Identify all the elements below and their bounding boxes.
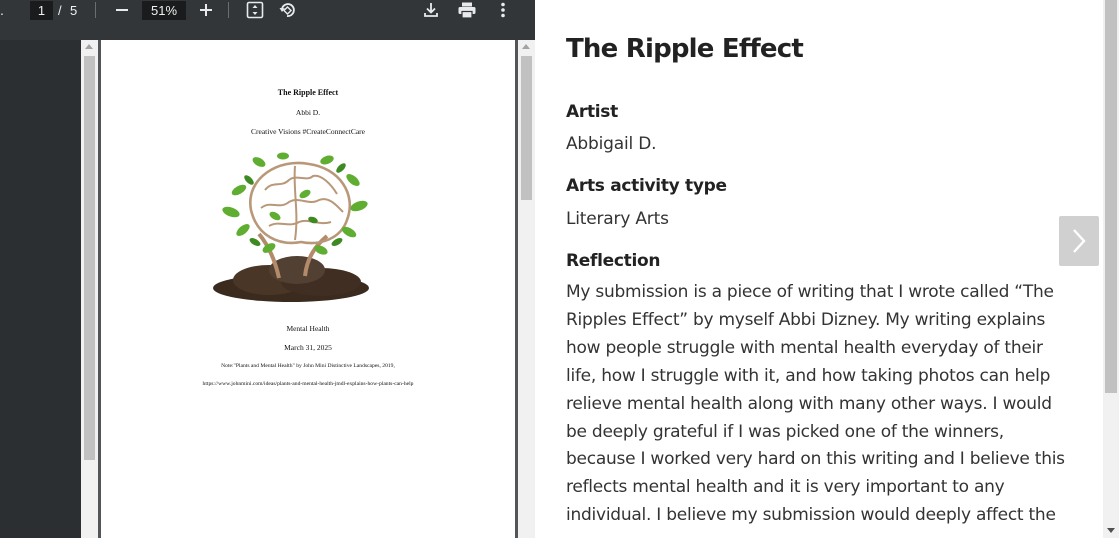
scrollbar-thumb[interactable] (521, 56, 532, 200)
toolbar-edge-glyph: . (0, 2, 4, 18)
rotate-icon (279, 3, 295, 17)
scrollbar-thumb[interactable] (84, 56, 95, 460)
rotate-button[interactable] (276, 0, 298, 20)
page-note: Note:"Plants and Mental Health" by John … (221, 363, 395, 369)
pdf-viewer: . 1 / 5 51% The Ripple Effect Abbi D. Cr… (0, 0, 535, 538)
fit-page-button[interactable] (244, 0, 266, 20)
zoom-level-input[interactable]: 51% (142, 1, 186, 20)
page-author: Abbi D. (295, 108, 321, 117)
scrollbar-thumb[interactable] (1105, 0, 1117, 393)
page-date: March 31, 2025 (284, 343, 332, 352)
reflection-label: Reflection (566, 251, 661, 271)
print-button[interactable] (455, 0, 479, 20)
page-topic: Mental Health (286, 324, 330, 333)
page-separator: / (58, 3, 62, 18)
page-subtitle: Creative Visions #CreateConnectCare (251, 127, 365, 136)
thumbnail-scrollbar[interactable] (81, 40, 98, 538)
page-title: The Ripple Effect (277, 88, 339, 97)
page-total: 5 (70, 3, 78, 18)
document-scrollbar[interactable] (518, 40, 535, 538)
reflection-line: individual. I believe my submission woul… (566, 505, 1056, 526)
more-vert-icon (501, 2, 505, 18)
scroll-down-arrow-icon[interactable] (1107, 528, 1115, 533)
zoom-in-icon (200, 4, 212, 16)
submission-detail-pane: The Ripple Effect Artist Abbigail D. Art… (535, 0, 1119, 538)
zoom-in-button[interactable] (196, 0, 216, 20)
artist-value: Abbigail D. (566, 134, 657, 154)
activity-type-label: Arts activity type (566, 176, 727, 196)
reflection-line: be deeply grateful if I was picked one o… (566, 421, 1004, 442)
reflection-line: Ripples Effect” by myself Abbi Dizney. M… (566, 309, 1046, 330)
submission-title: The Ripple Effect (566, 34, 804, 64)
pane-scrollbar[interactable] (1103, 0, 1119, 538)
download-icon (424, 3, 438, 17)
pdf-page: The Ripple Effect Abbi D. Creative Visio… (101, 40, 515, 538)
zoom-out-button[interactable] (112, 0, 132, 20)
zoom-out-icon (116, 9, 128, 11)
next-submission-button[interactable] (1059, 216, 1099, 266)
scroll-up-arrow-icon[interactable] (522, 44, 530, 49)
viewer-left-gutter (0, 40, 81, 538)
reflection-line: reflects mental health and it is very im… (566, 477, 1005, 498)
reflection-line: life, how I struggle with it, and how ta… (566, 365, 1051, 386)
brain-tree-illustration (213, 152, 369, 302)
reflection-text: My submission is a piece of writing that… (566, 279, 1066, 530)
pdf-toolbar: . 1 / 5 51% (0, 0, 535, 40)
chevron-right-icon (1073, 229, 1086, 253)
artist-label: Artist (566, 102, 618, 122)
page-url[interactable]: https://www.johnmini.com/ideas/plants-an… (101, 381, 515, 387)
fit-page-icon (246, 1, 264, 19)
reflection-line: how people struggle with mental health e… (566, 337, 1043, 358)
more-options-button[interactable] (494, 0, 512, 20)
reflection-line: because I worked very hard on this writi… (566, 449, 1065, 470)
scroll-up-arrow-icon[interactable] (85, 44, 93, 49)
download-button[interactable] (420, 0, 442, 20)
page-number-input[interactable]: 1 (30, 1, 53, 20)
toolbar-divider (95, 2, 96, 18)
activity-type-value: Literary Arts (566, 209, 669, 229)
reflection-line: My submission is a piece of writing that… (566, 282, 1054, 302)
toolbar-divider (228, 2, 229, 18)
reflection-line: relieve mental health along with many ot… (566, 393, 1052, 414)
print-icon (458, 2, 476, 19)
